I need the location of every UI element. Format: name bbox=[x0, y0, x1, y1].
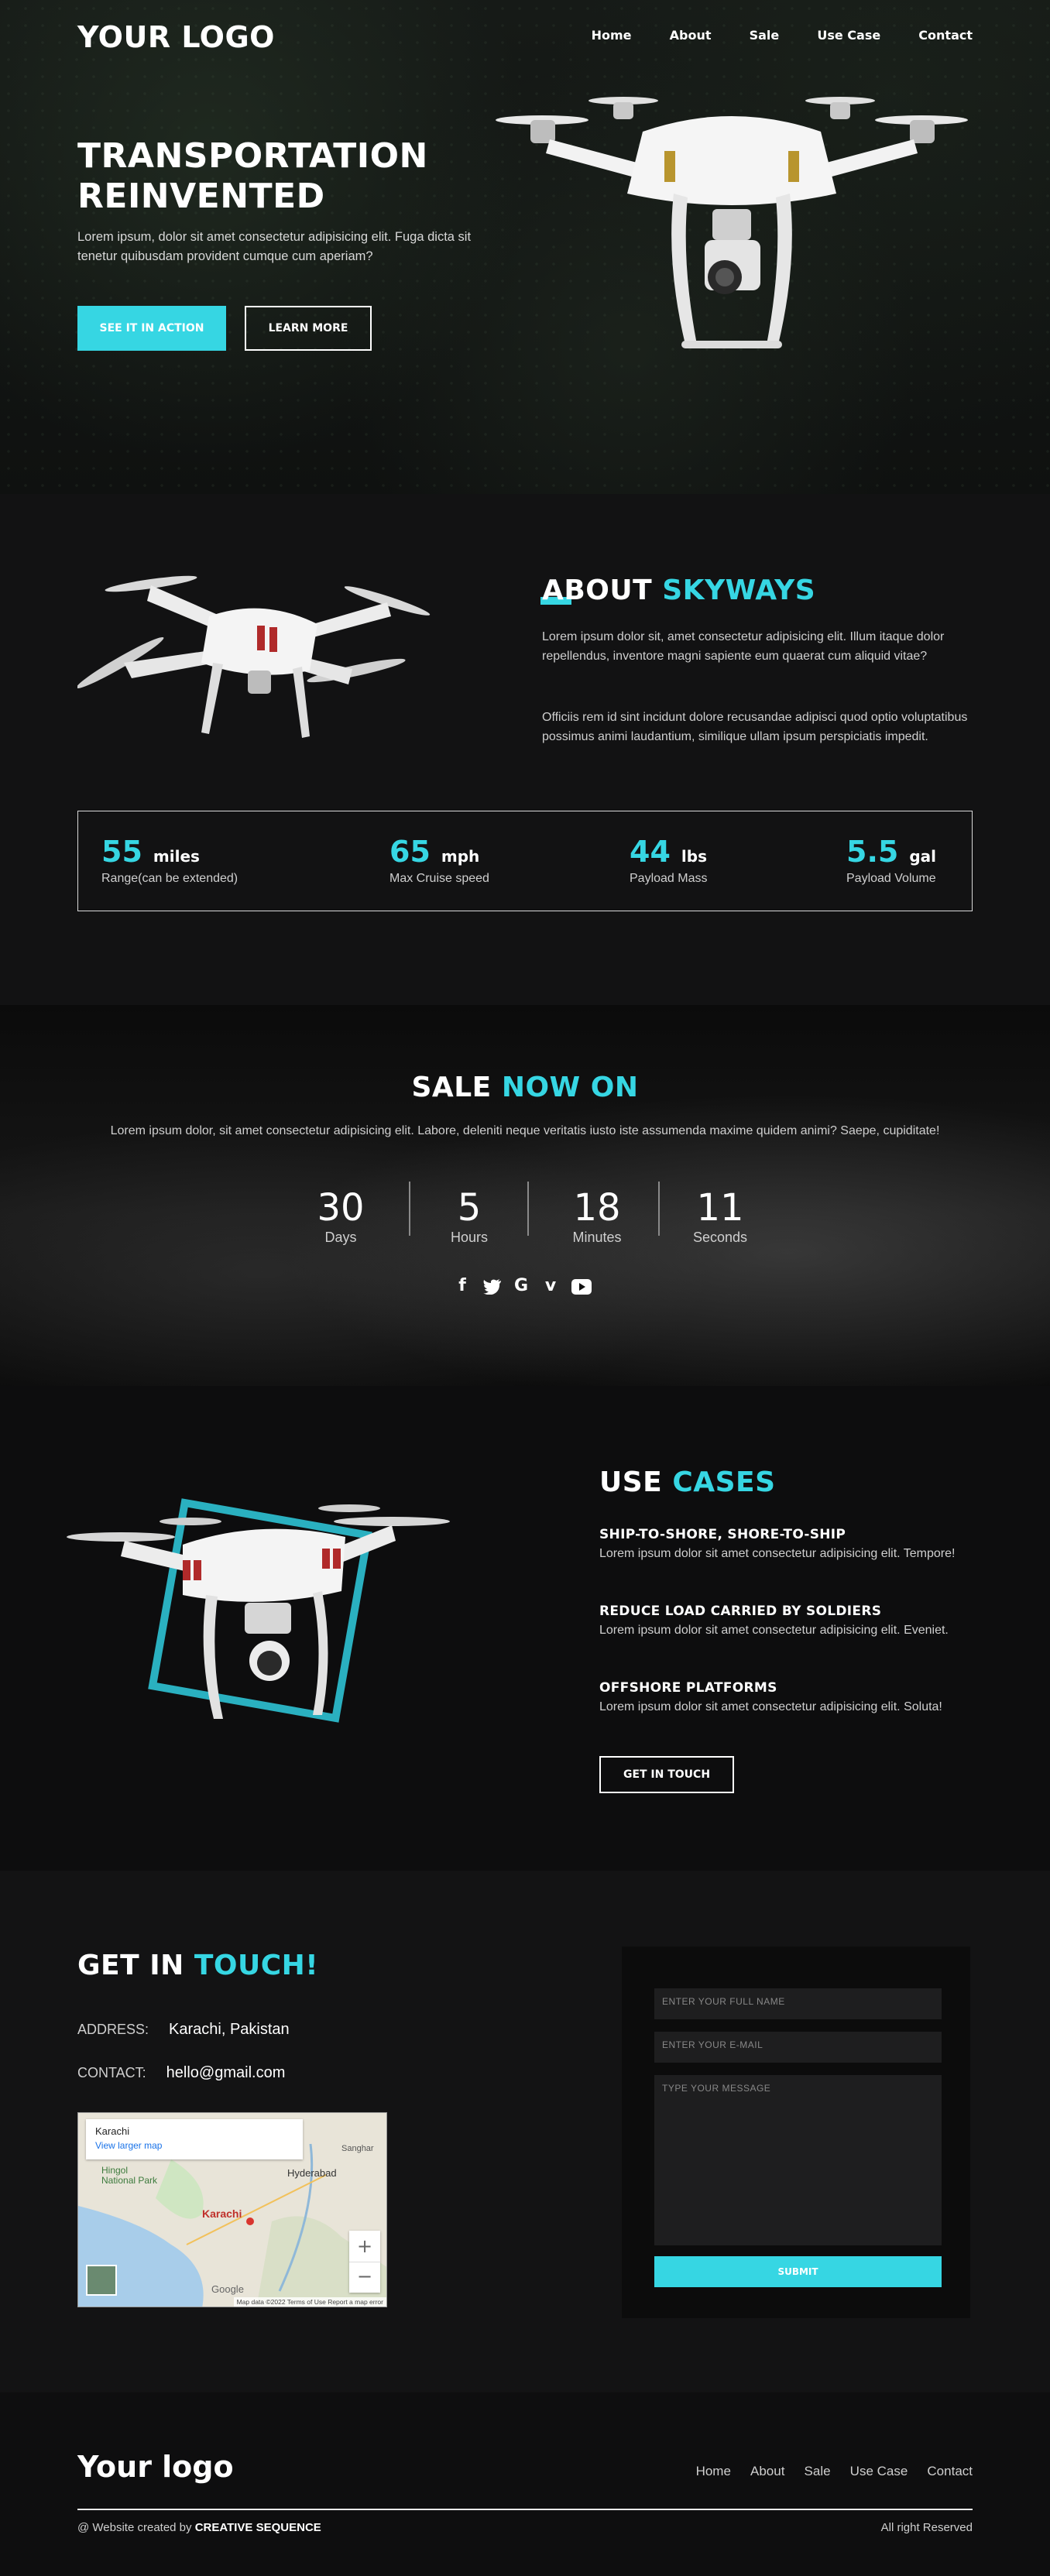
nav-sale[interactable]: Sale bbox=[750, 28, 780, 43]
footer-rights: All right Reserved bbox=[880, 2521, 973, 2534]
main-nav: Home About Sale Use Case Contact bbox=[558, 28, 973, 43]
contact-line: CONTACT: hello@gmail.com bbox=[77, 2064, 286, 2081]
nav-use-case[interactable]: Use Case bbox=[817, 28, 880, 43]
contact-section: GET IN TOUCH! ADDRESS: Karachi, Pakistan … bbox=[0, 1871, 1050, 2392]
countdown-divider bbox=[409, 1182, 410, 1236]
use-cases-section: USE CASES SHIP-TO-SHORE, SHORE-TO-SHIP L… bbox=[0, 1386, 1050, 1871]
site-logo[interactable]: YOUR LOGO bbox=[77, 20, 275, 54]
footer-nav-sale[interactable]: Sale bbox=[805, 2464, 831, 2478]
stat-payload-mass: 44 lbs Payload Mass bbox=[630, 835, 708, 885]
about-paragraph-2: Officiis rem id sint incidunt dolore rec… bbox=[542, 711, 968, 743]
stat-payload-volume: 5.5 gal Payload Volume bbox=[846, 835, 936, 885]
countdown-minutes: 18 Minutes bbox=[572, 1186, 622, 1245]
zoom-out-icon[interactable]: − bbox=[349, 2262, 380, 2293]
countdown: 30 Days 5 Hours 18 Minutes 11 Seconds bbox=[302, 1182, 748, 1253]
footer-nav-home[interactable]: Home bbox=[696, 2464, 731, 2478]
map-zoom-controls: + − bbox=[349, 2231, 380, 2293]
nav-contact[interactable]: Contact bbox=[918, 28, 973, 43]
map-place-name: Karachi bbox=[95, 2125, 130, 2137]
sale-title: SALE NOW ON bbox=[410, 1072, 639, 1103]
footer-nav-about[interactable]: About bbox=[750, 2464, 784, 2478]
footer-logo[interactable]: Your logo bbox=[77, 2450, 234, 2484]
footer-nav-use-case[interactable]: Use Case bbox=[850, 2464, 908, 2478]
footer-nav-contact[interactable]: Contact bbox=[927, 2464, 973, 2478]
map-attribution: Map data ©2022 Terms of Use Report a map… bbox=[233, 2297, 386, 2307]
full-name-input[interactable]: ENTER YOUR FULL NAME bbox=[654, 1988, 942, 2019]
youtube-icon[interactable] bbox=[571, 1279, 592, 1295]
use-cases-title: USE CASES bbox=[597, 1466, 776, 1498]
map-label: Sanghar bbox=[341, 2144, 374, 2153]
see-it-in-action-button[interactable]: SEE IT IN ACTION bbox=[77, 306, 226, 351]
use-case-item: OFFSHORE PLATFORMS Lorem ipsum dolor sit… bbox=[599, 1680, 942, 1713]
countdown-hours: 5 Hours bbox=[450, 1186, 488, 1245]
google-icon[interactable]: G bbox=[511, 1276, 531, 1295]
map-label: Hyderabad bbox=[287, 2167, 337, 2179]
footer-nav: Home About Sale Use Case Contact bbox=[681, 2464, 973, 2479]
vimeo-icon[interactable]: v bbox=[540, 1276, 561, 1295]
nav-home[interactable]: Home bbox=[592, 28, 632, 43]
learn-more-button[interactable]: LEARN MORE bbox=[245, 306, 372, 351]
stat-speed: 65 mph Max Cruise speed bbox=[389, 835, 489, 885]
map-label: Google bbox=[211, 2283, 244, 2295]
facebook-icon[interactable]: f bbox=[452, 1276, 472, 1295]
sale-text: Lorem ipsum dolor, sit amet consectetur … bbox=[110, 1124, 940, 1137]
map-info-card: Karachi View larger map bbox=[86, 2119, 303, 2159]
use-case-item: REDUCE LOAD CARRIED BY SOLDIERS Lorem ip… bbox=[599, 1604, 949, 1637]
location-map[interactable]: Karachi View larger map Hingol National … bbox=[77, 2112, 387, 2307]
email-input[interactable]: ENTER YOUR E-MAIL bbox=[654, 2032, 942, 2063]
map-label: Hingol National Park bbox=[101, 2165, 158, 2186]
address-line: ADDRESS: Karachi, Pakistan bbox=[77, 2021, 290, 2038]
use-case-item: SHIP-TO-SHORE, SHORE-TO-SHIP Lorem ipsum… bbox=[599, 1527, 956, 1560]
stats-box: 55 miles Range(can be extended) 65 mph Max… bbox=[77, 811, 973, 911]
footer-divider bbox=[77, 2509, 973, 2510]
site-footer: Your logo Home About Sale Use Case Conta… bbox=[0, 2392, 1050, 2576]
footer-credit: @ Website created by CREATIVE SEQUENCE bbox=[77, 2521, 321, 2534]
sale-section: SALE NOW ON Lorem ipsum dolor, sit amet … bbox=[0, 1005, 1050, 1386]
countdown-divider bbox=[658, 1182, 660, 1236]
contact-form: ENTER YOUR FULL NAME ENTER YOUR E-MAIL T… bbox=[622, 1947, 970, 2318]
map-label: Karachi bbox=[202, 2207, 242, 2220]
about-paragraph-1: Lorem ipsum dolor sit, amet consectetur … bbox=[542, 630, 945, 663]
hero-text: Lorem ipsum, dolor sit amet consectetur … bbox=[77, 230, 472, 263]
view-larger-map-link[interactable]: View larger map bbox=[95, 2140, 162, 2151]
satellite-toggle-icon[interactable] bbox=[86, 2265, 117, 2296]
get-in-touch-button[interactable]: GET IN TOUCH bbox=[599, 1756, 734, 1793]
submit-button[interactable]: SUBMIT bbox=[654, 2256, 942, 2287]
social-links: f G v bbox=[452, 1276, 599, 1299]
message-textarea[interactable]: TYPE YOUR MESSAGE bbox=[654, 2075, 942, 2245]
countdown-divider bbox=[527, 1182, 529, 1236]
use-cases-drone-image bbox=[67, 1498, 450, 1723]
hero-drone-image bbox=[496, 97, 968, 348]
about-drone-image bbox=[77, 575, 431, 738]
zoom-in-icon[interactable]: + bbox=[349, 2231, 380, 2262]
nav-about[interactable]: About bbox=[670, 28, 712, 43]
about-section: ABOUT SKYWAYS Lorem ipsum dolor sit, ame… bbox=[0, 494, 1050, 1005]
countdown-seconds: 11 Seconds bbox=[692, 1186, 748, 1245]
about-title: ABOUT SKYWAYS bbox=[540, 575, 816, 606]
hero-section: YOUR LOGO Home About Sale Use Case Conta… bbox=[0, 0, 1050, 494]
twitter-icon[interactable] bbox=[483, 1279, 502, 1295]
countdown-days: 30 Days bbox=[317, 1186, 365, 1245]
contact-title: GET IN TOUCH! bbox=[76, 1950, 319, 1981]
stat-range: 55 miles Range(can be extended) bbox=[101, 835, 238, 885]
hero-title: TRANSPORTATION REINVENTED bbox=[77, 136, 428, 216]
